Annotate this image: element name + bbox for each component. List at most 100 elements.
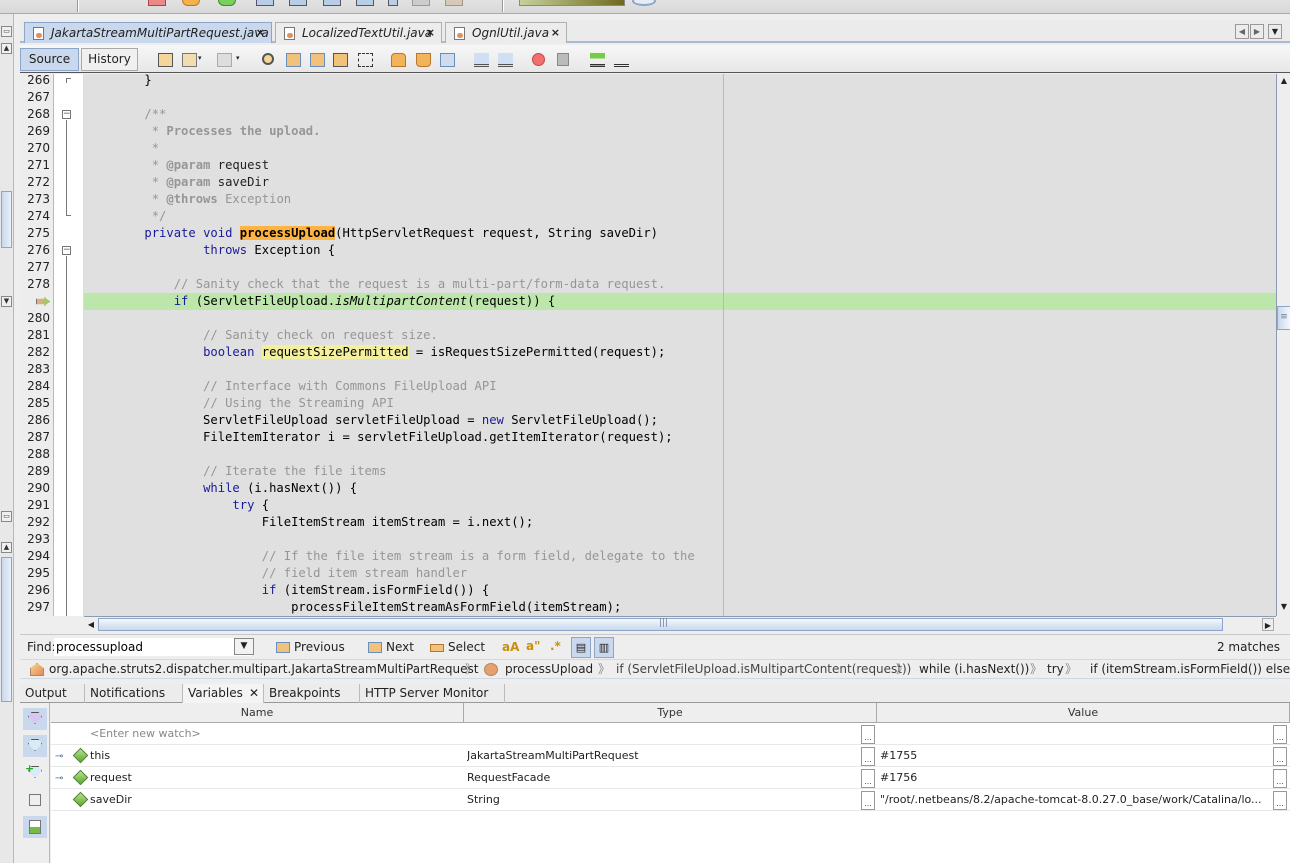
code-line[interactable]: // Sanity check on request size. bbox=[84, 327, 1276, 344]
close-icon[interactable]: × bbox=[426, 23, 435, 43]
shift-right-icon[interactable] bbox=[498, 53, 513, 67]
close-icon[interactable]: × bbox=[551, 23, 560, 43]
breadcrumb-item[interactable]: org.apache.struts2.dispatcher.multipart.… bbox=[49, 660, 479, 678]
tab-breakpoints[interactable]: Breakpoints bbox=[264, 684, 360, 703]
line-number[interactable]: 266 bbox=[27, 72, 50, 89]
line-number[interactable]: 296 bbox=[27, 582, 50, 599]
scroll-tabs-left-button[interactable]: ◀ bbox=[1235, 24, 1249, 39]
code-line[interactable] bbox=[84, 531, 1276, 548]
code-line[interactable]: */ bbox=[84, 208, 1276, 225]
find-history-dropdown[interactable]: ▼ bbox=[234, 638, 254, 655]
step-out-icon[interactable] bbox=[356, 0, 374, 6]
breadcrumb-item[interactable]: if (ServletFileUpload.isMultipartContent… bbox=[616, 660, 911, 678]
restore-window-icon[interactable]: ▭ bbox=[1, 511, 12, 522]
line-number[interactable]: 297 bbox=[27, 599, 50, 616]
code-line[interactable] bbox=[84, 310, 1276, 327]
line-number[interactable]: 271 bbox=[27, 157, 50, 174]
close-icon[interactable]: × bbox=[256, 23, 265, 43]
code-line[interactable]: // field item stream handler bbox=[84, 565, 1276, 582]
line-number[interactable]: 287 bbox=[27, 429, 50, 446]
line-number[interactable]: 282 bbox=[27, 344, 50, 361]
edit-type-button[interactable]: ... bbox=[861, 747, 875, 766]
code-line[interactable]: while (i.hasNext()) { bbox=[84, 480, 1276, 497]
line-number[interactable]: 275 bbox=[27, 225, 50, 242]
run-to-cursor-icon[interactable] bbox=[388, 0, 398, 6]
edit-type-button[interactable]: ... bbox=[861, 791, 875, 810]
find-selection-icon[interactable] bbox=[262, 53, 274, 65]
find-previous-icon[interactable] bbox=[286, 53, 301, 67]
line-number[interactable]: 291 bbox=[27, 497, 50, 514]
close-icon[interactable]: ✕ bbox=[249, 684, 259, 702]
code-line[interactable]: // Sanity check that the request is a mu… bbox=[84, 276, 1276, 293]
uncomment-icon[interactable] bbox=[614, 53, 629, 67]
panel-scroll-thumb[interactable] bbox=[1, 191, 12, 248]
tab-variables[interactable]: Variables ✕ bbox=[183, 684, 264, 703]
line-number[interactable]: 269 bbox=[27, 123, 50, 140]
line-number[interactable]: 277 bbox=[27, 259, 50, 276]
code-line[interactable]: // Using the Streaming API bbox=[84, 395, 1276, 412]
table-row[interactable]: saveDir String ... "/root/.netbeans/8.2/… bbox=[51, 789, 1290, 811]
show-result-icon[interactable] bbox=[23, 816, 47, 838]
code-line[interactable]: // Iterate the file items bbox=[84, 463, 1276, 480]
memory-gauge[interactable] bbox=[519, 0, 625, 6]
profiler-icon[interactable] bbox=[632, 0, 656, 6]
pause-icon[interactable] bbox=[182, 0, 200, 6]
restore-window-icon[interactable]: ▭ bbox=[1, 26, 12, 37]
line-number[interactable]: 288 bbox=[27, 446, 50, 463]
variable-value[interactable]: #1756 bbox=[880, 767, 917, 788]
whole-words-icon[interactable]: a" bbox=[526, 639, 540, 653]
code-line[interactable]: // Interface with Commons FileUpload API bbox=[84, 378, 1276, 395]
code-line[interactable]: * Processes the upload. bbox=[84, 123, 1276, 140]
breadcrumb-item[interactable]: if (itemStream.isFormField()) else bbox=[1090, 660, 1290, 678]
expand-node-icon[interactable]: ⊸ bbox=[55, 746, 63, 767]
code-editor[interactable]: processFileItemStreamAsFormField(itemStr… bbox=[84, 74, 1276, 616]
code-line[interactable]: * bbox=[84, 140, 1276, 157]
code-line[interactable]: if (itemStream.isFormField()) { bbox=[84, 582, 1276, 599]
line-number[interactable]: 274 bbox=[27, 208, 50, 225]
current-line-marker[interactable] bbox=[36, 293, 50, 310]
show-opened-documents-button[interactable]: ▼ bbox=[1268, 24, 1282, 39]
code-line[interactable]: * @param request bbox=[84, 157, 1276, 174]
code-line[interactable]: /** bbox=[84, 106, 1276, 123]
toggle-highlight-search-icon[interactable] bbox=[333, 53, 348, 67]
collapse-fold-icon[interactable]: − bbox=[62, 246, 71, 255]
table-row[interactable]: ⊸ request RequestFacade ... #1756 ... bbox=[51, 767, 1290, 789]
edit-value-button[interactable]: ... bbox=[1273, 791, 1287, 810]
scroll-up-arrow[interactable]: ▲ bbox=[1, 542, 12, 553]
new-watch-placeholder[interactable]: <Enter new watch> bbox=[90, 723, 201, 744]
editor-vertical-scrollbar[interactable]: ▲ ≡ ▼ bbox=[1276, 74, 1290, 616]
find-input[interactable] bbox=[54, 638, 252, 656]
current-execution-line[interactable]: if (ServletFileUpload.isMultipartContent… bbox=[84, 293, 1276, 310]
code-line[interactable] bbox=[84, 89, 1276, 106]
breadcrumb-item[interactable]: while (i.hasNext()) bbox=[919, 660, 1029, 678]
code-line[interactable]: // If the file item stream is a form fie… bbox=[84, 548, 1276, 565]
editor-horizontal-scrollbar[interactable]: ◀ ||| ▶ bbox=[84, 616, 1276, 632]
find-select-button[interactable]: Select bbox=[428, 639, 485, 657]
start-macro-icon[interactable] bbox=[532, 53, 545, 66]
code-line[interactable]: try { bbox=[84, 497, 1276, 514]
scroll-down-arrow[interactable]: ▼ bbox=[1, 296, 12, 307]
breadcrumb-item[interactable]: processUpload bbox=[505, 660, 593, 678]
line-number[interactable]: 283 bbox=[27, 361, 50, 378]
scroll-up-arrow[interactable]: ▲ bbox=[1278, 75, 1290, 87]
apply-code-changes-icon[interactable] bbox=[412, 0, 430, 6]
tab-output[interactable]: Output bbox=[20, 684, 85, 703]
code-line[interactable]: private void processUpload(HttpServletRe… bbox=[84, 225, 1276, 242]
forward-icon[interactable] bbox=[217, 53, 232, 67]
line-number[interactable]: 284 bbox=[27, 378, 50, 395]
column-header-name[interactable]: Name bbox=[51, 703, 464, 723]
line-number[interactable]: 270 bbox=[27, 140, 50, 157]
tab-http-server-monitor[interactable]: HTTP Server Monitor bbox=[360, 684, 505, 703]
back-icon[interactable] bbox=[182, 53, 197, 67]
scroll-down-arrow[interactable]: ▼ bbox=[1278, 601, 1290, 613]
line-number[interactable]: 289 bbox=[27, 463, 50, 480]
chevron-down-icon[interactable]: ▾ bbox=[198, 54, 206, 68]
create-new-watch-icon[interactable]: + bbox=[23, 762, 47, 784]
line-number[interactable]: 295 bbox=[27, 565, 50, 582]
find-previous-button[interactable]: Previous bbox=[274, 639, 345, 657]
edit-value-button[interactable]: ... bbox=[1273, 747, 1287, 766]
line-number[interactable]: 272 bbox=[27, 174, 50, 191]
edit-type-button[interactable]: ... bbox=[861, 769, 875, 788]
line-number[interactable]: 292 bbox=[27, 514, 50, 531]
source-view-button[interactable]: Source bbox=[20, 48, 79, 71]
